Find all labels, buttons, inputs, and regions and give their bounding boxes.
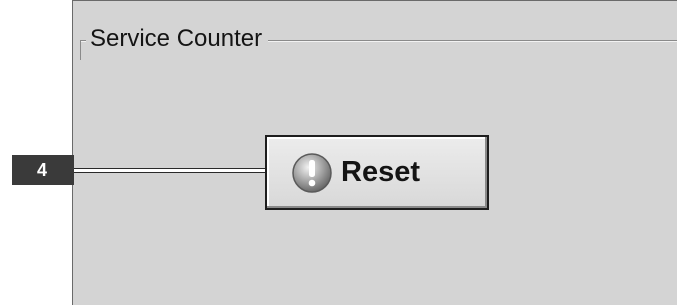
warning-exclamation-icon (292, 152, 332, 193)
group-box-border-left (80, 40, 81, 60)
callout-leader-line (74, 168, 288, 173)
reset-button[interactable]: Reset (265, 135, 489, 210)
callout-number-badge: 4 (12, 155, 74, 185)
reset-button-label: Reset (341, 156, 420, 188)
group-title: Service Counter (86, 22, 269, 56)
